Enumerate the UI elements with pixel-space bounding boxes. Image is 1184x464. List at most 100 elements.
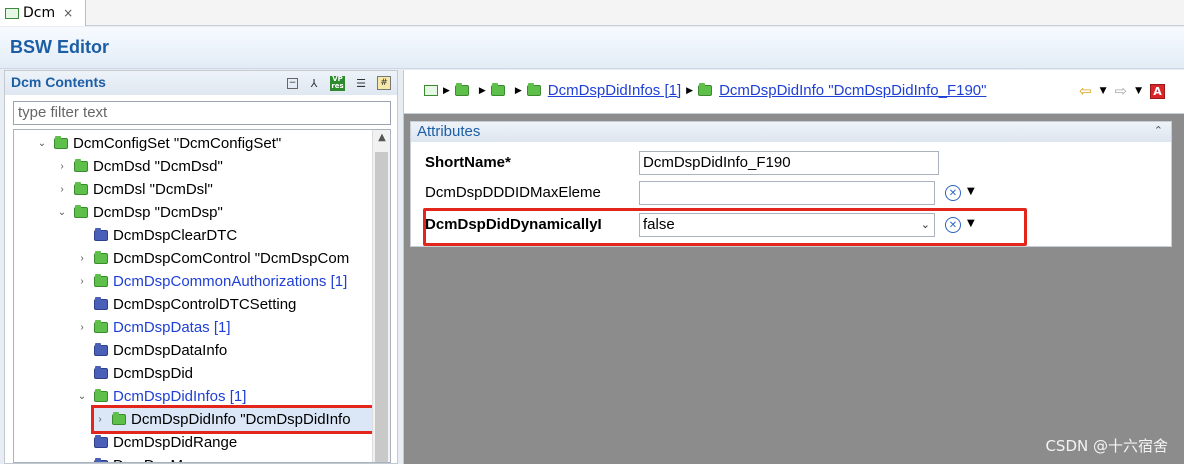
breadcrumb-bar: ▶ ▶ ▶ DcmDspDidInfos [1] ▶ DcmDspDidInfo… — [404, 70, 1184, 114]
tree-item[interactable]: › DcmDspCommonAuthorizations [1] — [76, 270, 347, 293]
breadcrumb-arrow[interactable]: ▶ — [443, 85, 450, 96]
folder-icon — [94, 228, 108, 241]
tree-item[interactable]: ⌄ DcmConfigSet "DcmConfigSet" — [36, 132, 281, 155]
collapse-section-icon[interactable]: ⌃ — [1154, 124, 1163, 137]
folder-icon — [94, 274, 108, 287]
attribute-row-shortname: ShortName* DcmDspDidInfo_F190 — [411, 148, 1171, 178]
filter-input[interactable]: type filter text — [13, 101, 391, 125]
tree-item-label: DcmDspDatas [1] — [113, 319, 231, 336]
tree-item-label: DcmDspControlDTCSetting — [113, 296, 297, 313]
chevron-right-icon[interactable]: › — [94, 414, 106, 425]
tree-scrollbar[interactable]: ▲ — [372, 130, 390, 462]
tree-item[interactable]: › DcmDsd "DcmDsd" — [56, 155, 223, 178]
tree-item[interactable]: › DcmDspDidInfo "DcmDspDidInfo — [91, 405, 390, 434]
chevron-down-icon[interactable]: ▼ — [1135, 86, 1142, 96]
chevron-down-icon[interactable]: ⌄ — [921, 214, 930, 236]
breadcrumb: ▶ ▶ ▶ DcmDspDidInfos [1] ▶ DcmDspDidInfo… — [424, 82, 986, 99]
vp-res-icon[interactable]: VP res — [330, 75, 345, 91]
tree-item-label: DcmDspDid — [113, 365, 194, 382]
tree-item[interactable]: DcmDspDataInfo — [76, 339, 227, 362]
contents-panel: Dcm Contents − ⅄ VP res ☰ # type filter … — [4, 70, 398, 464]
tree-item-label: DcmDspComControl "DcmDspCom — [113, 250, 350, 267]
tree-item[interactable]: DcmDspDidRange — [76, 431, 237, 454]
nav-toolbar: ⇦ ▼ ⇨ ▼ A — [1079, 82, 1165, 100]
folder-icon — [94, 251, 108, 264]
contents-header: Dcm Contents − ⅄ VP res ☰ # — [5, 71, 397, 95]
tree-item[interactable]: › DcmDspDatas [1] — [76, 316, 231, 339]
chevron-right-icon[interactable]: › — [56, 161, 68, 172]
contents-toolbar: − ⅄ VP res ☰ # — [287, 75, 391, 91]
select-value: false — [643, 216, 675, 233]
chevron-right-icon[interactable]: › — [76, 322, 88, 333]
chevron-down-icon[interactable]: ⌄ — [56, 207, 68, 218]
attribute-label: ShortName* — [425, 154, 511, 171]
attribute-row-dynamically: DcmDspDidDynamicallyI false ⌄ ✕ ▼ — [411, 210, 1171, 240]
editor-title: BSW Editor — [10, 37, 109, 57]
tree-item[interactable]: ⌄ DcmDspDidInfos [1] — [76, 385, 247, 408]
contents-title: Dcm Contents — [11, 74, 106, 90]
folder-icon — [74, 159, 88, 172]
folder-icon[interactable] — [454, 83, 469, 96]
breadcrumb-arrow[interactable]: ▶ — [515, 85, 522, 96]
scrollbar-thumb[interactable] — [375, 152, 388, 462]
close-icon[interactable]: × — [63, 6, 73, 20]
breadcrumb-item-didinfos[interactable]: DcmDspDidInfos [1] — [548, 82, 681, 99]
autosar-icon[interactable]: A — [1150, 83, 1165, 99]
tree-item[interactable]: › DcmDsl "DcmDsl" — [56, 178, 213, 201]
folder-icon — [112, 412, 126, 425]
clear-value-icon[interactable]: ✕ — [945, 185, 961, 201]
attribute-label: DcmDspDidDynamicallyI — [425, 216, 602, 233]
attribute-row-dddid: DcmDspDDDIDMaxEleme ✕ ▼ — [411, 178, 1171, 208]
tab-dcm[interactable]: Dcm × — [0, 0, 86, 26]
clear-value-icon[interactable]: ✕ — [945, 217, 961, 233]
tree-item-label: DcmDsd "DcmDsd" — [93, 158, 223, 175]
tree-item-label: DcmDsl "DcmDsl" — [93, 181, 213, 198]
breadcrumb-arrow[interactable]: ▶ — [686, 85, 693, 96]
chevron-down-icon[interactable]: ▼ — [967, 186, 975, 197]
grid-icon[interactable]: # — [377, 76, 391, 90]
chevron-down-icon[interactable]: ▼ — [1100, 86, 1107, 96]
tree-item[interactable]: ⌄ DcmDsp "DcmDsp" — [56, 201, 223, 224]
collapse-all-icon[interactable]: − — [287, 77, 298, 89]
chevron-down-icon[interactable]: ⌄ — [76, 391, 88, 402]
tree-item[interactable]: DcmDspControlDTCSetting — [76, 293, 296, 316]
chevron-right-icon[interactable]: › — [76, 253, 88, 264]
link-editor-icon[interactable]: ⅄ — [306, 75, 322, 91]
forward-arrow-icon[interactable]: ⇨ — [1115, 82, 1128, 100]
folder-icon — [94, 458, 108, 462]
chevron-down-icon[interactable]: ▼ — [967, 218, 975, 229]
chevron-down-icon[interactable]: ⌄ — [36, 138, 48, 149]
tree-item[interactable]: DcmDspDid — [76, 362, 193, 385]
dddid-max-elements-field[interactable] — [639, 181, 935, 205]
tree-item-label: DcmDspClearDTC — [113, 227, 238, 244]
chevron-right-icon[interactable]: › — [76, 276, 88, 287]
tree-item[interactable]: › DcmDspComControl "DcmDspCom — [76, 247, 349, 270]
module-icon[interactable] — [424, 85, 438, 96]
attributes-header[interactable]: Attributes ⌃ — [411, 122, 1171, 142]
back-arrow-icon[interactable]: ⇦ — [1079, 82, 1092, 100]
folder-icon — [94, 297, 108, 310]
tree-item[interactable]: DcmDspClearDTC — [76, 224, 237, 247]
tree-item[interactable]: › DcmDspMemory — [76, 454, 225, 462]
dynamically-defined-select[interactable]: false ⌄ — [639, 213, 935, 237]
breadcrumb-arrow[interactable]: ▶ — [479, 85, 486, 96]
scroll-up-icon[interactable]: ▲ — [373, 132, 390, 143]
attributes-title: Attributes — [417, 123, 481, 140]
folder-icon — [74, 182, 88, 195]
folder-icon — [54, 136, 68, 149]
editor-header: BSW Editor — [0, 27, 1184, 69]
folder-icon — [74, 205, 88, 218]
shortname-field[interactable]: DcmDspDidInfo_F190 — [639, 151, 939, 175]
tab-label: Dcm — [23, 5, 56, 21]
tree-item-label: DcmDspMemory — [113, 457, 225, 462]
folder-icon — [526, 83, 541, 96]
chevron-right-icon[interactable]: › — [56, 184, 68, 195]
chevron-right-icon[interactable]: › — [76, 460, 88, 462]
document-icon[interactable]: ☰ — [353, 75, 369, 91]
folder-icon[interactable] — [490, 83, 505, 96]
breadcrumb-item-didinfo[interactable]: DcmDspDidInfo "DcmDspDidInfo_F190" — [719, 82, 986, 99]
watermark: CSDN @十六宿舍 — [1045, 437, 1168, 455]
attribute-label: DcmDspDDDIDMaxEleme — [425, 184, 601, 201]
tree-item-label: DcmDspDidRange — [113, 434, 238, 451]
tree-item-label: DcmDsp "DcmDsp" — [93, 204, 223, 221]
